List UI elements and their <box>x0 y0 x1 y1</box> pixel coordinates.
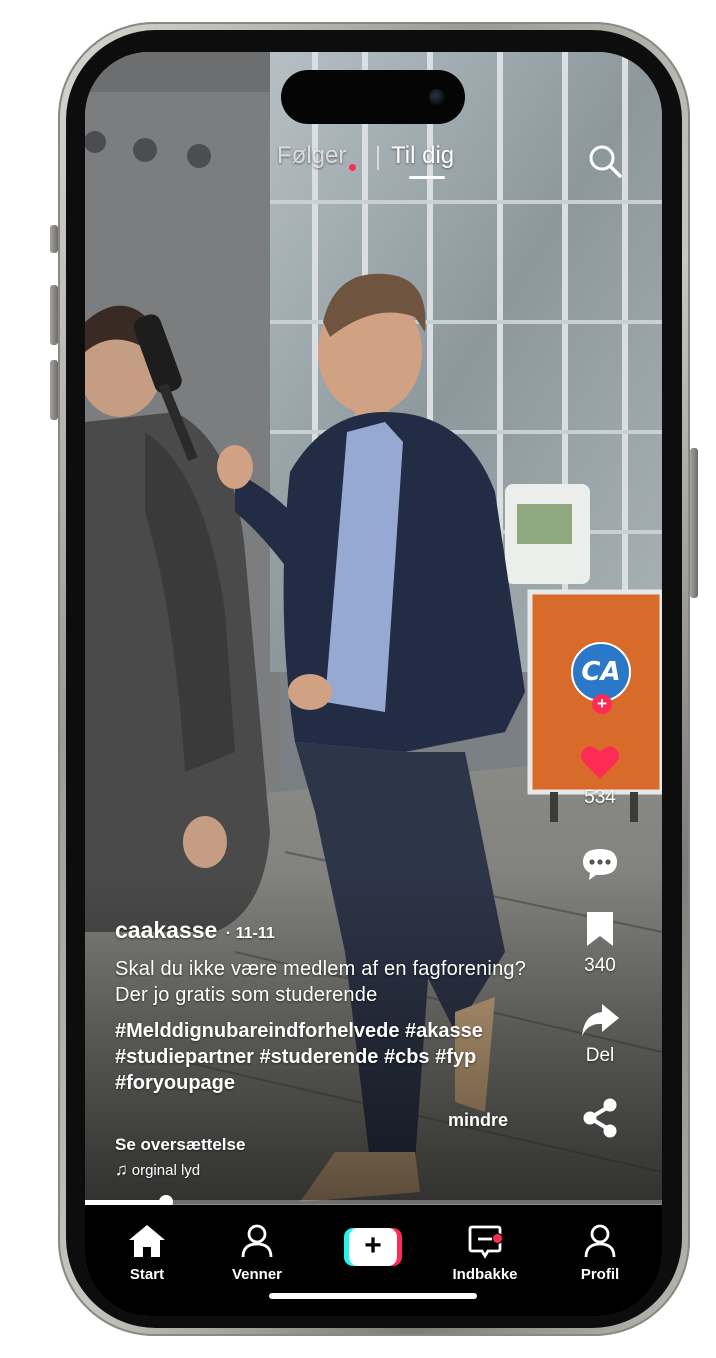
show-less-link[interactable]: mindre <box>448 1110 508 1131</box>
volume-up-button <box>50 285 58 345</box>
active-tab-underline <box>409 176 445 179</box>
bookmark-icon <box>587 912 613 946</box>
profile-icon <box>584 1224 616 1258</box>
heart-icon <box>581 746 619 779</box>
nav-home[interactable]: Start <box>102 1223 192 1283</box>
share-label: Del <box>585 1045 615 1066</box>
bottom-nav: Start Venner + Indbakke Profil <box>85 1205 662 1316</box>
music-note-icon: ♫ <box>115 1160 128 1179</box>
follow-button[interactable]: + <box>592 694 612 714</box>
search-icon <box>589 145 622 178</box>
home-icon <box>129 1225 165 1257</box>
comment-button[interactable] <box>565 847 635 886</box>
share-button[interactable] <box>565 1098 635 1143</box>
tab-following-label: Følger <box>277 142 347 169</box>
nav-inbox-label: Indbakke <box>452 1266 518 1283</box>
create-button[interactable]: + <box>344 1228 402 1266</box>
post-description: Skal du ikke være medlem af en fagforeni… <box>115 958 527 1006</box>
nav-inbox[interactable]: Indbakke <box>440 1223 530 1283</box>
dynamic-island <box>281 70 465 124</box>
post-hashtags[interactable]: #Melddignubareindforhelvede #akasse #stu… <box>115 1018 555 1096</box>
sound-name: orginal lyd <box>131 1162 201 1179</box>
tab-for-you-label: Til dig <box>391 142 455 169</box>
comment-icon <box>583 849 617 880</box>
bookmark-button[interactable]: 340 <box>565 910 635 977</box>
person-icon <box>241 1224 273 1258</box>
volume-down-button <box>50 360 58 420</box>
tab-separator <box>377 146 379 170</box>
nav-profile[interactable]: Profil <box>555 1223 645 1283</box>
avatar-logo-text: CA <box>581 657 621 687</box>
phone-screen: Følger Til dig CA + 534 340 Del caakasse… <box>85 52 662 1316</box>
home-indicator[interactable] <box>269 1293 477 1299</box>
sound-link[interactable]: ♫ orginal lyd <box>115 1160 200 1180</box>
power-button <box>690 448 698 598</box>
feed-tabs: Følger Til dig <box>85 142 662 182</box>
front-camera-icon <box>429 89 445 105</box>
nav-home-label: Start <box>129 1266 165 1283</box>
creator-username[interactable]: caakasse <box>115 917 217 943</box>
tab-for-you[interactable]: Til dig <box>391 142 454 170</box>
like-count: 534 <box>584 787 616 808</box>
search-button[interactable] <box>588 144 622 178</box>
action-button <box>50 225 58 253</box>
new-content-dot <box>349 164 357 171</box>
nav-profile-label: Profil <box>580 1266 620 1283</box>
inbox-notification-dot <box>492 1233 503 1244</box>
creator-avatar[interactable]: CA <box>571 642 631 702</box>
tab-following[interactable]: Følger <box>277 142 357 171</box>
post-caption: caakasse · 11-11 Skal du ikke være medle… <box>115 917 555 1096</box>
nav-friends-label: Venner <box>231 1266 283 1283</box>
nav-friends[interactable]: Venner <box>212 1223 302 1283</box>
like-button[interactable]: 534 <box>565 744 635 809</box>
forward-arrow-icon <box>582 1004 619 1036</box>
see-translation-link[interactable]: Se oversættelse <box>115 1135 245 1155</box>
share-forward-button[interactable]: Del <box>565 1002 635 1067</box>
post-date: · 11-11 <box>225 925 275 942</box>
share-nodes-icon <box>583 1098 617 1138</box>
bookmark-count: 340 <box>584 955 616 976</box>
plus-icon: + <box>349 1228 397 1266</box>
